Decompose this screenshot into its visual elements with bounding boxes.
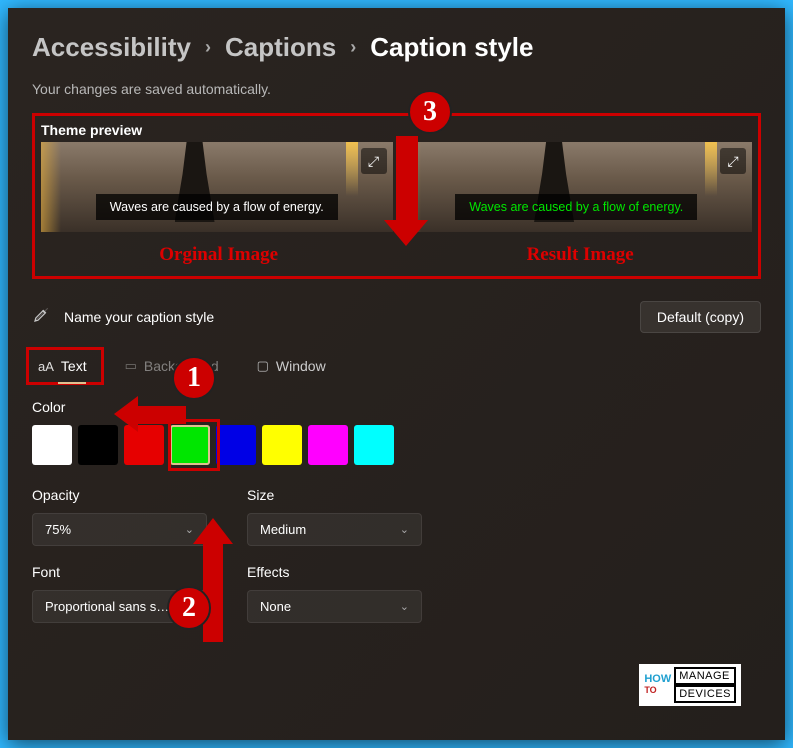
annotation-result-label: Result Image	[527, 244, 634, 266]
color-section: Color	[32, 399, 761, 465]
font-label: Font	[32, 564, 207, 580]
name-style-label: Name your caption style	[64, 309, 626, 325]
caption-sample-original: Waves are caused by a flow of energy.	[96, 194, 338, 220]
tab-background-label: Background	[144, 358, 219, 374]
tab-window-label: Window	[276, 358, 326, 374]
theme-preview-label: Theme preview	[35, 116, 758, 142]
chevron-right-icon: ›	[205, 37, 211, 58]
breadcrumb-item-accessibility[interactable]: Accessibility	[32, 32, 191, 63]
breadcrumb-item-captions[interactable]: Captions	[225, 32, 336, 63]
logo-to: TO	[644, 685, 671, 695]
preview-original: ⤢ Waves are caused by a flow of energy.	[41, 142, 393, 232]
logo-devices: DEVICES	[674, 685, 736, 703]
chevron-down-icon: ⌄	[185, 600, 194, 613]
effects-value: None	[260, 599, 291, 614]
color-swatch[interactable]	[354, 425, 394, 465]
tab-window[interactable]: ▢ Window	[251, 351, 332, 381]
color-swatch[interactable]	[32, 425, 72, 465]
size-control: Size Medium ⌄	[247, 487, 422, 546]
chevron-down-icon: ⌄	[400, 523, 409, 536]
text-icon: aA	[38, 359, 54, 374]
window-icon: ▢	[257, 358, 269, 374]
annotation-original-label: Orginal Image	[159, 244, 278, 266]
theme-preview-section: Theme preview ⤢ Waves are caused by a fl…	[32, 113, 761, 279]
watermark-logo: HOW TO MANAGE DEVICES	[639, 664, 741, 706]
size-label: Size	[247, 487, 422, 503]
tab-background[interactable]: ▭ Background	[119, 351, 225, 381]
tabs: aA Text ▭ Background ▢ Window	[32, 351, 761, 381]
tab-text-label: Text	[61, 358, 87, 374]
chevron-down-icon: ⌄	[400, 600, 409, 613]
opacity-value: 75%	[45, 522, 71, 537]
tab-text[interactable]: aA Text	[32, 351, 93, 381]
style-name-button[interactable]: Default (copy)	[640, 301, 761, 333]
opacity-control: Opacity 75% ⌄	[32, 487, 207, 546]
breadcrumb-current: Caption style	[370, 32, 533, 63]
autosave-notice: Your changes are saved automatically.	[32, 81, 761, 97]
color-swatch[interactable]	[262, 425, 302, 465]
pen-icon	[32, 306, 50, 329]
chevron-right-icon: ›	[350, 37, 356, 58]
expand-icon[interactable]: ⤢	[361, 148, 387, 174]
color-swatches	[32, 425, 761, 465]
logo-how: HOW	[644, 675, 671, 685]
chevron-down-icon: ⌄	[185, 523, 194, 536]
opacity-select[interactable]: 75% ⌄	[32, 513, 207, 546]
background-icon: ▭	[125, 358, 137, 374]
breadcrumb: Accessibility › Captions › Caption style	[32, 32, 761, 63]
caption-sample-result: Waves are caused by a flow of energy.	[455, 194, 697, 220]
color-swatch[interactable]	[170, 425, 210, 465]
size-value: Medium	[260, 522, 306, 537]
color-label: Color	[32, 399, 761, 415]
color-swatch[interactable]	[78, 425, 118, 465]
font-select[interactable]: Proportional sans s… ⌄	[32, 590, 207, 623]
name-style-row: Name your caption style Default (copy)	[32, 291, 761, 341]
settings-window: Accessibility › Captions › Caption style…	[8, 8, 785, 740]
opacity-label: Opacity	[32, 487, 207, 503]
effects-label: Effects	[247, 564, 422, 580]
effects-select[interactable]: None ⌄	[247, 590, 422, 623]
preview-result: ⤢ Waves are caused by a flow of energy.	[401, 142, 753, 232]
expand-icon[interactable]: ⤢	[720, 148, 746, 174]
color-swatch[interactable]	[308, 425, 348, 465]
font-control: Font Proportional sans s… ⌄	[32, 564, 207, 623]
font-value: Proportional sans s…	[45, 599, 169, 614]
size-select[interactable]: Medium ⌄	[247, 513, 422, 546]
effects-control: Effects None ⌄	[247, 564, 422, 623]
color-swatch[interactable]	[124, 425, 164, 465]
color-swatch[interactable]	[216, 425, 256, 465]
logo-manage: MANAGE	[674, 667, 736, 685]
